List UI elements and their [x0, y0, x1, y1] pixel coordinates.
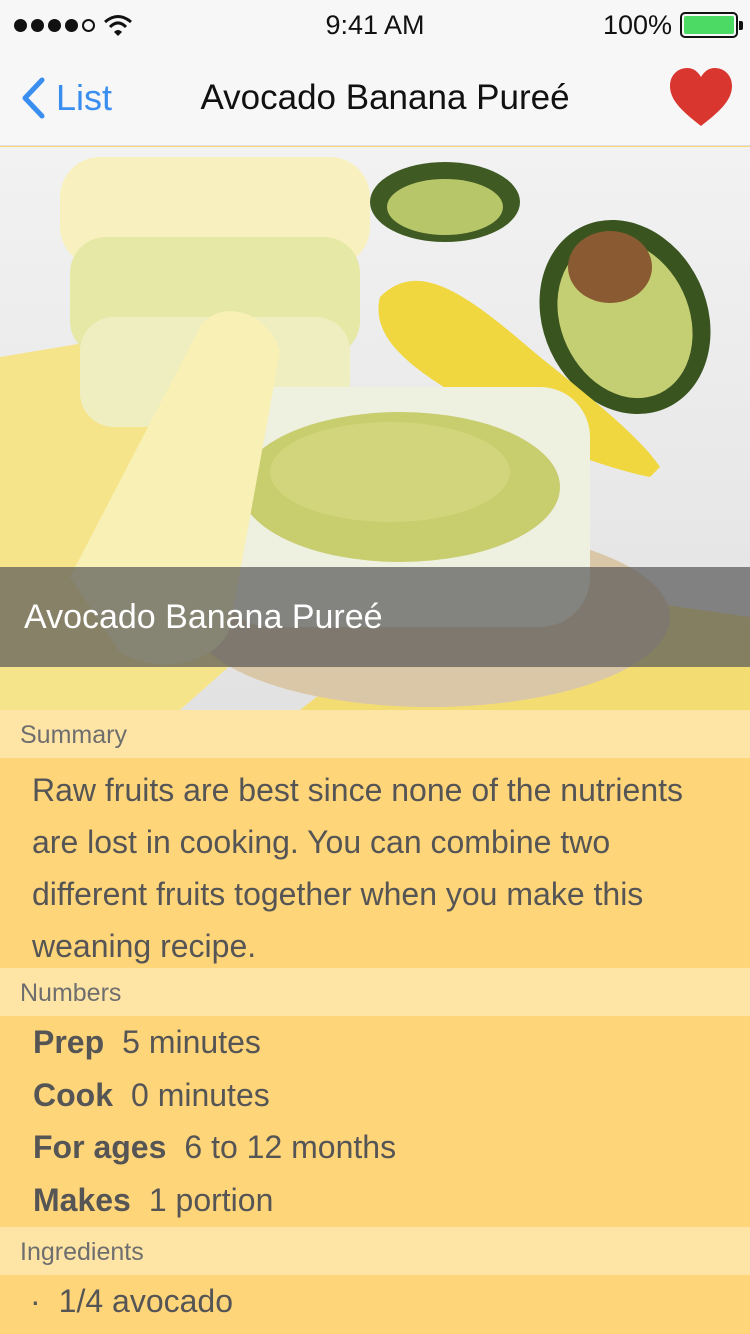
battery-icon [680, 12, 743, 38]
navigation-bar: List Avocado Banana Pureé [0, 50, 750, 146]
wifi-icon [104, 15, 132, 36]
makes-label: Makes [33, 1181, 131, 1218]
numbers-list: Prep 5 minutes Cook 0 minutes For ages 6 to… [0, 1016, 750, 1226]
numbers-header: Numbers [0, 968, 750, 1016]
makes-value: 1 portion [148, 1181, 274, 1218]
page-title: Avocado Banana Pureé [200, 78, 570, 117]
battery-tip [739, 21, 743, 30]
ingredients-list: · 1/4 avocado [0, 1275, 750, 1334]
favorite-button[interactable] [668, 66, 734, 130]
cook-label: Cook [33, 1076, 113, 1113]
back-button[interactable]: List [20, 74, 112, 122]
signal-dot [82, 18, 95, 32]
status-bar: 9:41 AM 100% [0, 0, 750, 50]
ingredients-header: Ingredients [0, 1227, 750, 1275]
signal-dot [31, 18, 44, 32]
prep-value: 5 minutes [122, 1024, 261, 1060]
summary-text: Raw fruits are best since none of the nu… [32, 772, 684, 964]
bullet: · [30, 1283, 41, 1319]
ingredient-text: 1/4 avocado [58, 1283, 234, 1319]
battery-fill [684, 16, 734, 34]
cook-value: 0 minutes [131, 1076, 270, 1113]
ages-value: 6 to 12 months [184, 1129, 397, 1165]
status-left [14, 13, 133, 37]
summary-header: Summary [0, 710, 750, 758]
signal-dot [14, 18, 27, 32]
makes-row: Makes 1 portion [33, 1174, 750, 1227]
heart-icon [670, 68, 732, 126]
cook-row: Cook 0 minutes [33, 1069, 750, 1122]
signal-dot [65, 18, 78, 32]
battery-percent: 100% [602, 9, 672, 40]
list-item: · 1/4 avocado [30, 1275, 750, 1327]
back-button-label: List [56, 77, 113, 118]
status-right: 100% [602, 9, 743, 41]
photo-caption: Avocado Banana Pureé [0, 567, 750, 667]
chevron-left-icon [22, 77, 45, 119]
signal-strength-icon [14, 18, 95, 32]
recipe-photo: Avocado Banana Pureé [0, 147, 750, 710]
prep-label: Prep [33, 1024, 105, 1060]
ages-row: For ages 6 to 12 months [33, 1121, 750, 1174]
signal-dot [48, 18, 61, 32]
ages-label: For ages [33, 1129, 167, 1165]
prep-row: Prep 5 minutes [33, 1016, 750, 1069]
